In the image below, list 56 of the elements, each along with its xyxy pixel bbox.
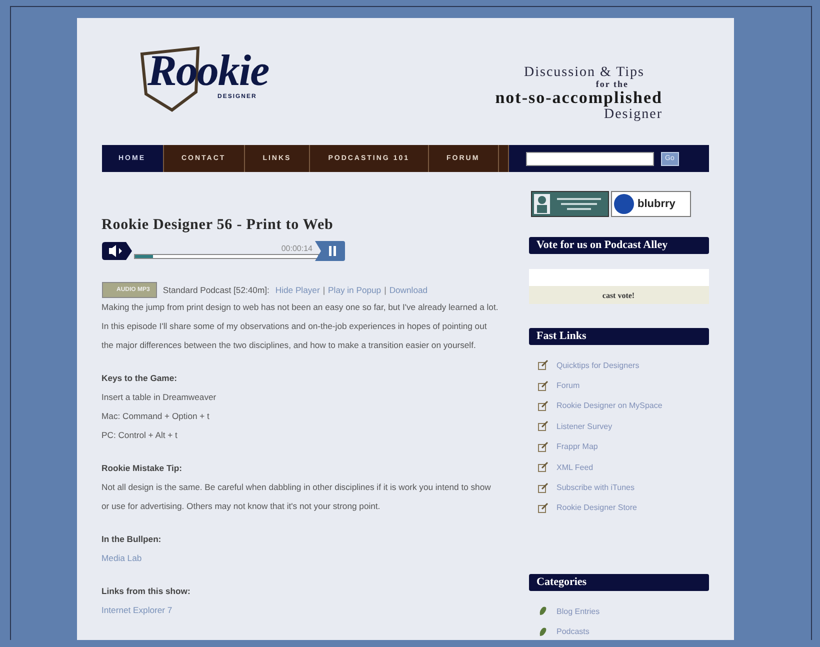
sidebar-link[interactable]: Subscribe with iTunes (556, 483, 634, 492)
sidebar-link[interactable]: Frappr Map (556, 442, 598, 452)
podcast-badge-icon[interactable] (530, 191, 608, 217)
vote-button[interactable]: cast vote! (528, 286, 708, 304)
external-link-icon (538, 400, 548, 411)
external-link-icon (538, 442, 548, 452)
volume-button[interactable] (102, 242, 132, 260)
sidebar-link[interactable]: Rookie Designer on MySpace (556, 401, 662, 410)
external-link-icon (538, 502, 548, 513)
link-separator: | (384, 284, 386, 296)
tagline-text: not-so-accomplished (495, 89, 662, 107)
tagline-text: for the (596, 80, 628, 89)
badge-text: blubrry (638, 198, 676, 210)
podcast-link[interactable]: Download (389, 284, 428, 296)
post-text: Mac: Command + Option + t (102, 410, 210, 423)
podcast-info: Standard Podcast [52:40m]: (162, 284, 270, 296)
external-link-icon (538, 380, 548, 391)
external-link-icon (538, 360, 548, 370)
post-text: Insert a table in Dreamweaver (102, 391, 218, 404)
pause-button[interactable] (314, 241, 344, 261)
sidebar-link[interactable]: XML Feed (556, 462, 594, 472)
tagline-text: Designer (604, 107, 662, 122)
progress-bar[interactable] (134, 254, 318, 258)
player-time: 00:00:14 (281, 244, 312, 254)
vote-field[interactable] (528, 269, 708, 286)
post-title: Rookie Designer 56 - Print to Web (102, 216, 334, 234)
external-link-icon (538, 421, 548, 432)
blubrry-badge[interactable]: blubrry (610, 191, 690, 217)
circle-icon (614, 194, 634, 214)
section-heading: In the Bullpen: (102, 533, 162, 546)
section-heading: Rookie Mistake Tip: (102, 462, 184, 475)
sidebar-link[interactable]: Quicktips for Designers (556, 360, 640, 370)
sidebar-link[interactable]: Podcasts (556, 627, 590, 636)
sidebar-link[interactable]: Forum (556, 381, 580, 390)
link-separator: | (322, 284, 326, 296)
leaf-icon (538, 626, 548, 637)
leaf-icon (538, 606, 548, 616)
external-link-icon (538, 462, 548, 472)
post-link[interactable]: Internet Explorer 7 (102, 605, 172, 615)
sidebar-link[interactable]: Listener Survey (556, 422, 612, 431)
post-text: PC: Control + Alt + t (102, 429, 178, 442)
sidebar-link[interactable]: Blog Entries (556, 606, 600, 616)
podcast-link[interactable]: Play in Popup (328, 284, 382, 296)
widget-title: Fast Links (528, 328, 708, 345)
search-field[interactable] (526, 152, 654, 166)
podcast-link[interactable]: Hide Player (275, 284, 320, 296)
post-paragraph: Making the jump from print design to web has not been an easy one so far, but I've already learned a lot. In this episode I'll share some of my observations and on-the-job experiences in hopes of pointing out the major differences between the two disciplines, and how to make a transition easier on yourself. (102, 301, 500, 352)
post-link[interactable]: Media Lab (102, 553, 142, 563)
post-text: Not all design is the same. Be careful when dabbling in other disciplines if it is work you intend to show or use for advertising. Others may not know that it's not your strong point. (102, 481, 492, 513)
tagline-text: Discussion & Tips (524, 65, 644, 80)
widget-title: Vote for us on Podcast Alley (528, 237, 708, 254)
widget-title: Categories (528, 574, 708, 592)
section-heading: Keys to the Game: (102, 372, 178, 385)
section-heading: Links from this show: (102, 585, 192, 598)
sidebar-link[interactable]: Rookie Designer Store (556, 503, 637, 512)
external-link-icon (538, 482, 548, 493)
